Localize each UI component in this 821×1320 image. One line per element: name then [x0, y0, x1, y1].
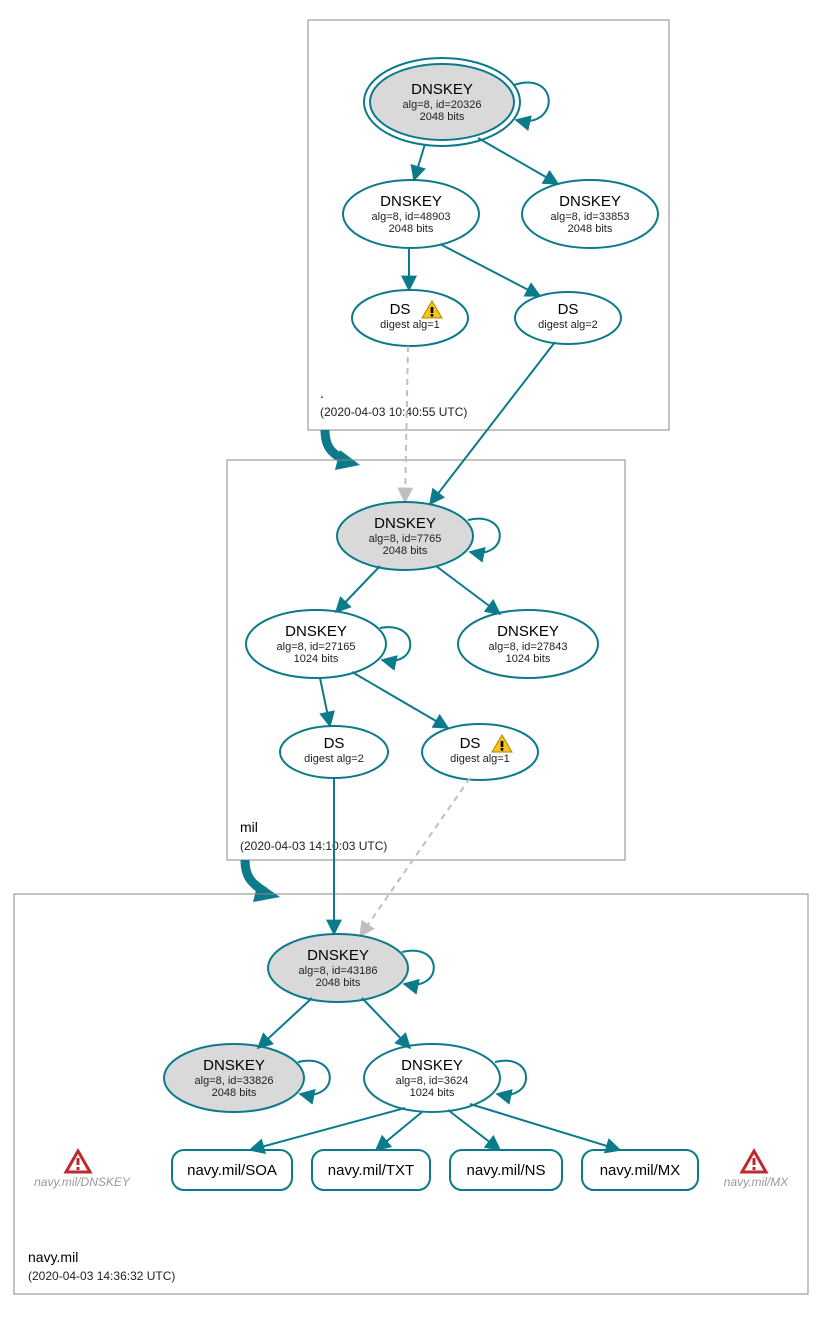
- svg-text:navy.mil/TXT: navy.mil/TXT: [328, 1162, 414, 1179]
- svg-text:DS: DS: [390, 301, 411, 318]
- zone-mil-label: mil: [240, 819, 258, 835]
- svg-text:digest alg=1: digest alg=1: [380, 319, 440, 331]
- node-mil-ksk: DNSKEY alg=8, id=7765 2048 bits: [337, 502, 473, 570]
- edge-mil-ksk-zsk2: [436, 566, 500, 614]
- svg-text:alg=8, id=33853: alg=8, id=33853: [551, 211, 630, 223]
- node-mil-zsk2: DNSKEY alg=8, id=27843 1024 bits: [458, 610, 598, 678]
- svg-text:DNSKEY: DNSKEY: [559, 193, 621, 210]
- node-navy-zsk1: DNSKEY alg=8, id=33826 2048 bits: [164, 1044, 304, 1112]
- edge-zsk2-ns: [448, 1110, 500, 1150]
- edge-navy-ksk-zsk1: [258, 998, 312, 1048]
- node-navy-ksk: DNSKEY alg=8, id=43186 2048 bits: [268, 934, 408, 1002]
- svg-text:DS: DS: [324, 735, 345, 752]
- node-rr-mx: navy.mil/MX: [582, 1150, 698, 1190]
- edge-mil-zsk1-ds1: [320, 678, 330, 726]
- svg-text:digest alg=1: digest alg=1: [450, 753, 510, 765]
- edge-mil-ksk-zsk1: [336, 566, 380, 612]
- node-navy-zsk2: DNSKEY alg=8, id=3624 1024 bits: [364, 1044, 500, 1112]
- svg-text:digest alg=2: digest alg=2: [538, 319, 598, 331]
- zone-mil-timestamp: (2020-04-03 14:10:03 UTC): [240, 839, 387, 853]
- node-mil-zsk1: DNSKEY alg=8, id=27165 1024 bits: [246, 610, 386, 678]
- svg-text:1024 bits: 1024 bits: [410, 1087, 455, 1099]
- svg-text:DNSKEY: DNSKEY: [374, 515, 436, 532]
- node-root-ds1: DS digest alg=1: [352, 290, 468, 346]
- svg-text:navy.mil/NS: navy.mil/NS: [467, 1162, 546, 1179]
- zone-navy-label: navy.mil: [28, 1249, 78, 1265]
- edge-root-ksk-zsk2: [478, 138, 558, 184]
- svg-text:alg=8, id=7765: alg=8, id=7765: [369, 533, 442, 545]
- svg-text:navy.mil/MX: navy.mil/MX: [600, 1162, 681, 1179]
- edge-root-ds2-milksk: [430, 342, 555, 504]
- svg-text:alg=8, id=43186: alg=8, id=43186: [299, 965, 378, 977]
- error-icon: [66, 1151, 90, 1172]
- edge-root-zsk1-ds2: [440, 244, 540, 296]
- svg-text:DNSKEY: DNSKEY: [203, 1057, 265, 1074]
- node-root-zsk2: DNSKEY alg=8, id=33853 2048 bits: [522, 180, 658, 248]
- node-root-ksk: DNSKEY alg=8, id=20326 2048 bits: [364, 58, 520, 146]
- zone-root-timestamp: (2020-04-03 10:40:55 UTC): [320, 405, 467, 419]
- svg-text:1024 bits: 1024 bits: [294, 653, 339, 665]
- svg-text:navy.mil/MX: navy.mil/MX: [724, 1175, 789, 1189]
- svg-text:2048 bits: 2048 bits: [389, 223, 434, 235]
- svg-text:alg=8, id=20326: alg=8, id=20326: [403, 99, 482, 111]
- svg-text:navy.mil/SOA: navy.mil/SOA: [187, 1162, 277, 1179]
- svg-text:2048 bits: 2048 bits: [420, 111, 465, 123]
- svg-text:DNSKEY: DNSKEY: [380, 193, 442, 210]
- svg-text:1024 bits: 1024 bits: [506, 653, 551, 665]
- edge-mil-zsk1-ds2: [352, 672, 448, 728]
- svg-text:alg=8, id=33826: alg=8, id=33826: [195, 1075, 274, 1087]
- node-rr-soa: navy.mil/SOA: [172, 1150, 292, 1190]
- error-right: navy.mil/MX: [724, 1151, 789, 1189]
- svg-text:2048 bits: 2048 bits: [316, 977, 361, 989]
- svg-text:digest alg=2: digest alg=2: [304, 753, 364, 765]
- svg-text:alg=8, id=27165: alg=8, id=27165: [277, 641, 356, 653]
- zone-navy-timestamp: (2020-04-03 14:36:32 UTC): [28, 1269, 175, 1283]
- error-left: navy.mil/DNSKEY: [34, 1151, 131, 1189]
- node-rr-ns: navy.mil/NS: [450, 1150, 562, 1190]
- svg-text:alg=8, id=3624: alg=8, id=3624: [396, 1075, 469, 1087]
- svg-text:DNSKEY: DNSKEY: [411, 81, 473, 98]
- svg-text:DS: DS: [558, 301, 579, 318]
- svg-text:alg=8, id=27843: alg=8, id=27843: [489, 641, 568, 653]
- edge-zsk2-soa: [250, 1108, 405, 1150]
- svg-text:alg=8, id=48903: alg=8, id=48903: [372, 211, 451, 223]
- edge-root-ksk-zsk1: [414, 144, 425, 180]
- svg-text:DNSKEY: DNSKEY: [497, 623, 559, 640]
- edge-navy-ksk-zsk2: [362, 998, 410, 1048]
- svg-text:2048 bits: 2048 bits: [568, 223, 613, 235]
- node-mil-ds1: DS digest alg=2: [280, 726, 388, 778]
- edge-mil-ds2-navyksk: [360, 778, 470, 936]
- svg-text:DNSKEY: DNSKEY: [401, 1057, 463, 1074]
- node-root-ds2: DS digest alg=2: [515, 292, 621, 344]
- edge-root-ds1-milksk: [405, 346, 408, 502]
- edge-zsk2-txt: [376, 1112, 422, 1150]
- svg-text:DS: DS: [460, 735, 481, 752]
- node-root-zsk1: DNSKEY alg=8, id=48903 2048 bits: [343, 180, 479, 248]
- node-rr-txt: navy.mil/TXT: [312, 1150, 430, 1190]
- node-mil-ds2: DS digest alg=1: [422, 724, 538, 780]
- zone-root-label: .: [320, 385, 324, 401]
- svg-text:navy.mil/DNSKEY: navy.mil/DNSKEY: [34, 1175, 131, 1189]
- svg-text:2048 bits: 2048 bits: [383, 545, 428, 557]
- svg-text:2048 bits: 2048 bits: [212, 1087, 257, 1099]
- svg-text:DNSKEY: DNSKEY: [285, 623, 347, 640]
- svg-text:DNSKEY: DNSKEY: [307, 947, 369, 964]
- error-icon: [742, 1151, 766, 1172]
